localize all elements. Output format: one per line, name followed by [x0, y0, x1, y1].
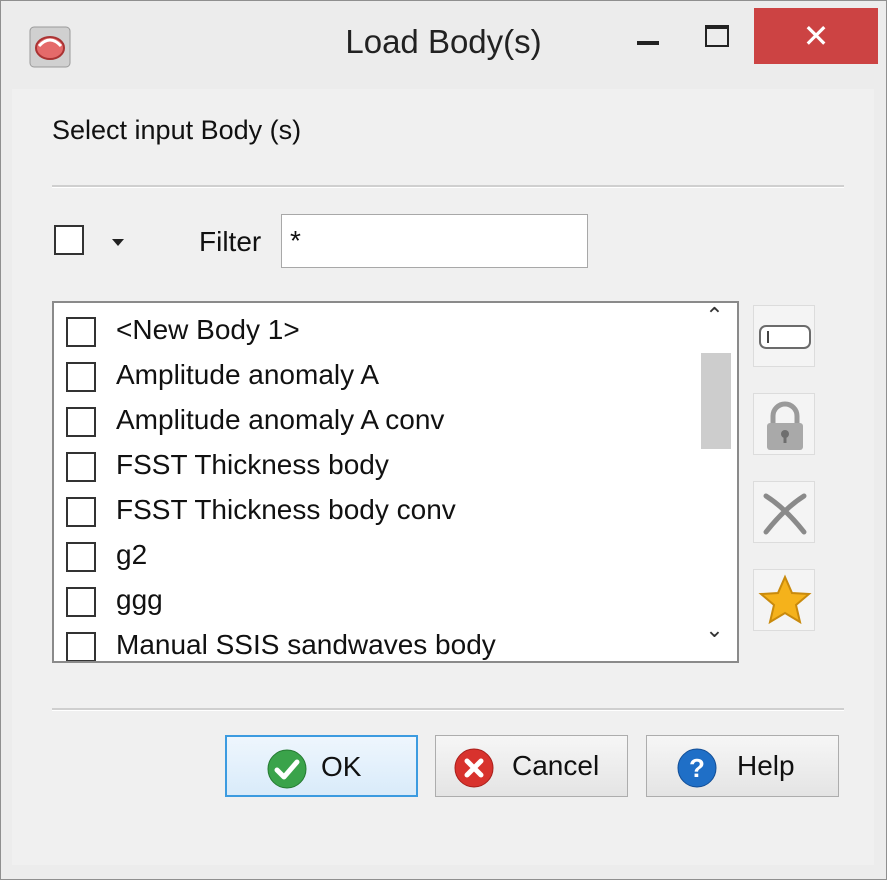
list-item[interactable]: Amplitude anomaly A conv	[54, 399, 694, 444]
list-item[interactable]: Manual SSIS sandwaves body	[54, 624, 694, 661]
item-label: Manual SSIS sandwaves body	[116, 629, 496, 660]
instruction-label: Select input Body (s)	[52, 115, 302, 145]
lock-button[interactable]	[753, 393, 815, 455]
help-icon: ?	[677, 748, 717, 788]
bottom-separator	[52, 708, 844, 711]
list-item[interactable]: FSST Thickness body	[54, 444, 694, 489]
item-checkbox[interactable]	[66, 407, 96, 437]
item-checkbox[interactable]	[66, 632, 96, 661]
item-label: Amplitude anomaly A conv	[116, 404, 445, 435]
item-checkbox[interactable]	[66, 587, 96, 617]
item-checkbox[interactable]	[66, 542, 96, 572]
title-bar[interactable]: Load Body(s) ✕	[1, 1, 886, 89]
help-button[interactable]: ? Help	[646, 735, 839, 797]
list-scrollbar[interactable]: ⌃ ⌄	[692, 303, 737, 661]
cancel-button[interactable]: Cancel	[435, 735, 628, 797]
item-label: g2	[116, 539, 148, 570]
rename-icon	[759, 325, 811, 349]
load-body-dialog: Load Body(s) ✕ Select input Body (s) Fil…	[0, 0, 887, 880]
body-list[interactable]: <New Body 1> Amplitude anomaly A Amplitude…	[52, 301, 739, 663]
scroll-up-icon[interactable]: ⌃	[692, 303, 737, 347]
maximize-icon	[705, 25, 729, 47]
help-label: Help	[737, 750, 795, 781]
filter-label: Filter	[199, 226, 262, 257]
cancel-icon	[454, 748, 494, 788]
scroll-down-icon[interactable]: ⌄	[692, 617, 737, 661]
item-label: FSST Thickness body	[116, 449, 389, 480]
filter-input[interactable]	[281, 214, 588, 268]
item-checkbox[interactable]	[66, 497, 96, 527]
star-icon	[758, 574, 812, 625]
favorite-button[interactable]	[753, 569, 815, 631]
selection-dropdown-icon[interactable]	[112, 239, 124, 246]
item-label: <New Body 1>	[116, 314, 300, 345]
list-item[interactable]: FSST Thickness body conv	[54, 489, 694, 534]
close-icon: ✕	[802, 18, 830, 54]
list-item[interactable]: <New Body 1>	[54, 309, 694, 354]
svg-text:?: ?	[689, 753, 705, 783]
select-all-checkbox[interactable]	[54, 225, 84, 255]
lock-icon	[767, 401, 803, 450]
ok-label: OK	[321, 751, 362, 782]
minimize-icon	[637, 41, 659, 45]
list-item[interactable]: g2	[54, 534, 694, 579]
item-label: Amplitude anomaly A	[116, 359, 380, 390]
item-label: ggg	[116, 584, 163, 615]
cancel-label: Cancel	[512, 750, 600, 781]
close-button[interactable]: ✕	[754, 8, 878, 64]
item-checkbox[interactable]	[66, 452, 96, 482]
checkmark-icon	[267, 749, 307, 789]
remove-icon	[763, 493, 807, 535]
top-separator	[52, 185, 844, 188]
remove-button[interactable]	[753, 481, 815, 543]
minimize-button[interactable]	[621, 15, 677, 69]
rename-button[interactable]	[753, 305, 815, 367]
dialog-body: Select input Body (s) Filter <New Body 1…	[12, 89, 874, 865]
item-checkbox[interactable]	[66, 317, 96, 347]
list-item[interactable]: Amplitude anomaly A	[54, 354, 694, 399]
item-checkbox[interactable]	[66, 362, 96, 392]
item-label: FSST Thickness body conv	[116, 494, 456, 525]
list-item[interactable]: ggg	[54, 579, 694, 624]
scrollbar-thumb[interactable]	[701, 353, 731, 449]
ok-button[interactable]: OK	[225, 735, 418, 797]
maximize-button[interactable]	[689, 15, 745, 69]
